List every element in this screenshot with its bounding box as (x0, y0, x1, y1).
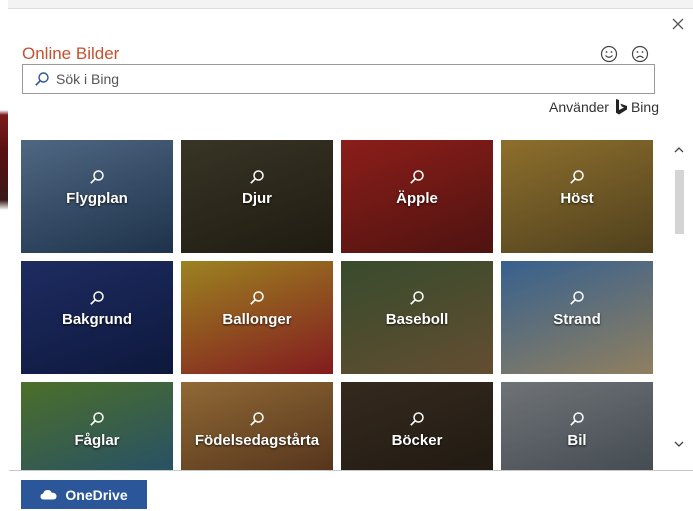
search-icon (410, 412, 424, 426)
onedrive-button[interactable]: OneDrive (21, 480, 147, 509)
category-tile[interactable]: Äpple (341, 140, 493, 253)
bing-logo-icon (615, 99, 627, 115)
category-tile[interactable]: Böcker (341, 382, 493, 470)
category-label: Böcker (391, 432, 443, 449)
category-tile[interactable]: Flygplan (21, 140, 173, 253)
category-tile[interactable]: Bakgrund (21, 261, 173, 374)
search-icon (250, 291, 264, 305)
category-tile[interactable]: Baseboll (341, 261, 493, 374)
category-label: Höst (560, 190, 594, 207)
category-label: Ballonger (222, 311, 292, 328)
category-tile[interactable]: Höst (501, 140, 653, 253)
category-tile[interactable]: Födelsedagstårta (181, 382, 333, 470)
search-icon (570, 412, 584, 426)
category-tile[interactable]: Ballonger (181, 261, 333, 374)
smiley-sad-icon (631, 45, 649, 63)
send-a-frown-button[interactable] (631, 45, 649, 63)
grid-scrollbar[interactable] (673, 140, 685, 460)
category-label: Bakgrund (61, 311, 132, 328)
bing-brand-label: Bing (630, 99, 659, 115)
close-icon (672, 18, 684, 30)
image-category-grid: Flygplan Djur Äpple Höst Bakgrund Ballonger Ba… (21, 140, 654, 470)
search-icon (90, 412, 104, 426)
background-app-strip (0, 0, 8, 511)
onedrive-label: OneDrive (65, 486, 128, 503)
category-label: Baseboll (385, 311, 449, 328)
cloud-icon (40, 490, 57, 500)
search-icon (570, 291, 584, 305)
category-tile[interactable]: Strand (501, 261, 653, 374)
search-icon (570, 170, 584, 184)
search-box[interactable] (22, 64, 655, 94)
category-tile[interactable]: Fåglar (21, 382, 173, 470)
search-icon (250, 170, 264, 184)
category-label: Födelsedagstårta (194, 432, 320, 449)
search-icon (90, 170, 104, 184)
category-label: Fåglar (74, 432, 120, 449)
smiley-happy-icon (600, 45, 618, 63)
scroll-up-icon[interactable] (673, 144, 685, 156)
powered-by-label: Använder (549, 99, 609, 115)
dialog-title: Online Bilder (22, 44, 120, 63)
category-tile[interactable]: Djur (181, 140, 333, 253)
dialog-top-border (8, 0, 693, 9)
category-label: Bil (567, 432, 587, 449)
powered-by-bing: Använder Bing (549, 99, 659, 115)
category-label: Flygplan (66, 190, 128, 207)
search-icon (410, 170, 424, 184)
send-a-smile-button[interactable] (600, 45, 618, 63)
scroll-thumb[interactable] (675, 170, 684, 234)
category-tile[interactable]: Bil (501, 382, 653, 470)
search-icon (90, 291, 104, 305)
search-icon (250, 412, 264, 426)
search-icon (35, 72, 49, 86)
category-label: Strand (553, 311, 601, 328)
category-label: Djur (242, 190, 272, 207)
close-button[interactable] (669, 15, 687, 33)
search-input[interactable] (56, 65, 646, 93)
search-icon (410, 291, 424, 305)
scroll-down-icon[interactable] (673, 438, 685, 450)
category-label: Äpple (396, 190, 438, 207)
footer-divider (9, 470, 693, 471)
